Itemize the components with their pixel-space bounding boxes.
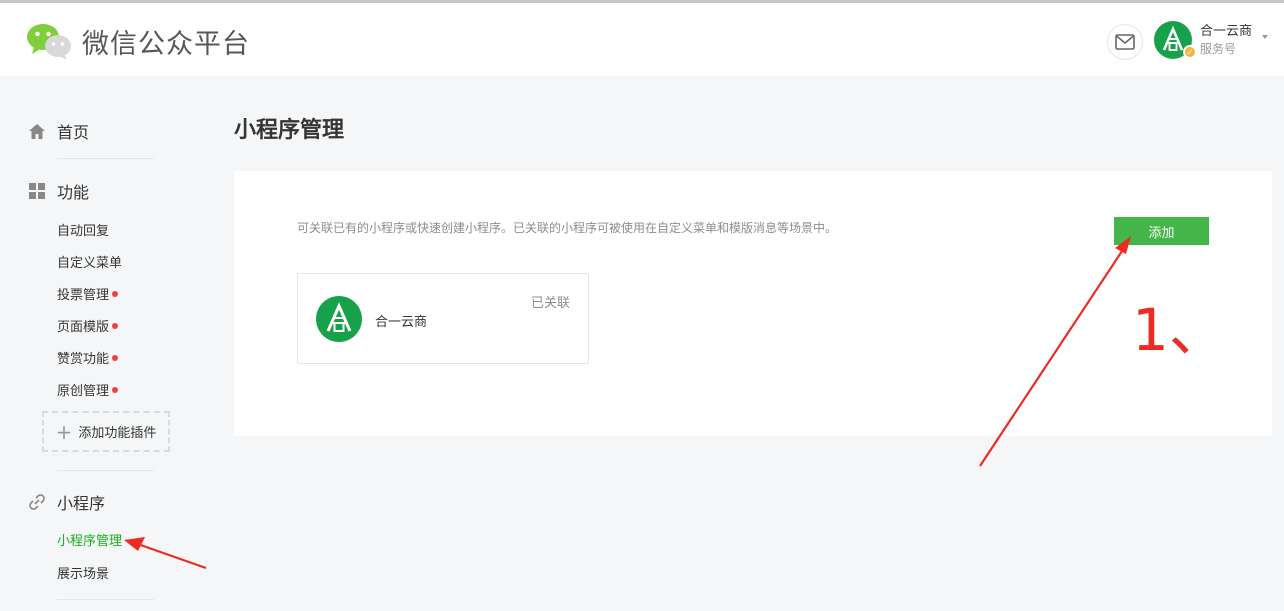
platform-title: 微信公众平台 <box>82 28 250 60</box>
sidebar-item-auto-reply[interactable]: 自动回复 <box>57 220 109 239</box>
logo[interactable]: 微信公众平台 <box>26 21 250 61</box>
sidebar-item-label: 自定义菜单 <box>57 256 123 271</box>
new-dot-icon <box>112 322 119 329</box>
mail-icon <box>1115 34 1135 50</box>
linked-miniprogram-card[interactable]: 合一云商 已关联 <box>297 273 589 364</box>
account-name: 合一云商 <box>1200 24 1253 39</box>
home-icon <box>28 122 46 140</box>
page-title: 小程序管理 <box>234 118 345 143</box>
mail-button[interactable] <box>1107 24 1143 60</box>
sidebar-item-label: 首页 <box>57 123 90 142</box>
sidebar-item-label: 展示场景 <box>57 567 110 582</box>
add-plugin-button[interactable]: + 添加功能插件 <box>42 411 170 452</box>
divider <box>57 599 154 600</box>
sidebar-item-home[interactable]: 首页 <box>28 119 89 143</box>
sidebar-item-label: 原创管理 <box>57 384 110 399</box>
sidebar-item-vote[interactable]: 投票管理 <box>57 284 119 303</box>
sidebar-item-reward[interactable]: 赞赏功能 <box>57 348 119 367</box>
plus-icon: + <box>55 419 73 444</box>
add-button[interactable]: 添加 <box>1114 217 1209 245</box>
chevron-down-icon[interactable] <box>1262 35 1268 39</box>
sidebar-item-label: 投票管理 <box>57 288 110 303</box>
top-bar: 微信公众平台 ✓ 合一云商 服务号 <box>0 0 1284 76</box>
new-dot-icon <box>112 354 119 361</box>
divider <box>57 158 154 159</box>
account-type: 服务号 <box>1200 42 1237 56</box>
sidebar-item-label: 自动回复 <box>57 224 110 239</box>
panel-description: 可关联已有的小程序或快速创建小程序。已关联的小程序可被使用在自定义菜单和模版消息… <box>297 221 838 235</box>
sidebar-item-label: 页面模版 <box>57 320 110 335</box>
account-menu[interactable]: ✓ 合一云商 服务号 <box>1154 21 1268 59</box>
avatar: ✓ <box>1154 21 1197 59</box>
sidebar-item-display-scene[interactable]: 展示场景 <box>57 563 109 582</box>
sidebar-item-custom-menu[interactable]: 自定义菜单 <box>57 252 122 271</box>
grid-icon <box>28 182 46 200</box>
section-title: 功能 <box>57 183 90 202</box>
link-status: 已关联 <box>530 296 570 311</box>
sidebar: 首页 功能 自动回复 自定义菜单 投票管理 页面模版 赞赏功能 原创管理 + 添… <box>0 76 200 611</box>
new-dot-icon <box>112 290 119 297</box>
sidebar-section-features: 功能 <box>28 179 89 203</box>
sidebar-item-label: 小程序管理 <box>57 534 123 549</box>
add-plugin-label: 添加功能插件 <box>78 426 157 441</box>
miniprogram-panel: 可关联已有的小程序或快速创建小程序。已关联的小程序可被使用在自定义菜单和模版消息… <box>234 171 1272 436</box>
miniprogram-avatar <box>316 296 362 342</box>
link-icon <box>28 493 46 511</box>
wechat-logo-icon <box>27 24 71 60</box>
section-title: 小程序 <box>57 494 106 513</box>
sidebar-item-page-template[interactable]: 页面模版 <box>57 316 119 335</box>
new-dot-icon <box>112 386 119 393</box>
verified-badge-icon: ✓ <box>1183 45 1197 59</box>
miniprogram-name: 合一云商 <box>375 315 428 330</box>
sidebar-item-label: 赞赏功能 <box>57 352 110 367</box>
sidebar-item-miniprogram-manage[interactable]: 小程序管理 <box>57 530 122 549</box>
divider <box>57 470 154 471</box>
sidebar-section-miniprogram: 小程序 <box>28 490 105 514</box>
sidebar-item-original[interactable]: 原创管理 <box>57 380 119 399</box>
